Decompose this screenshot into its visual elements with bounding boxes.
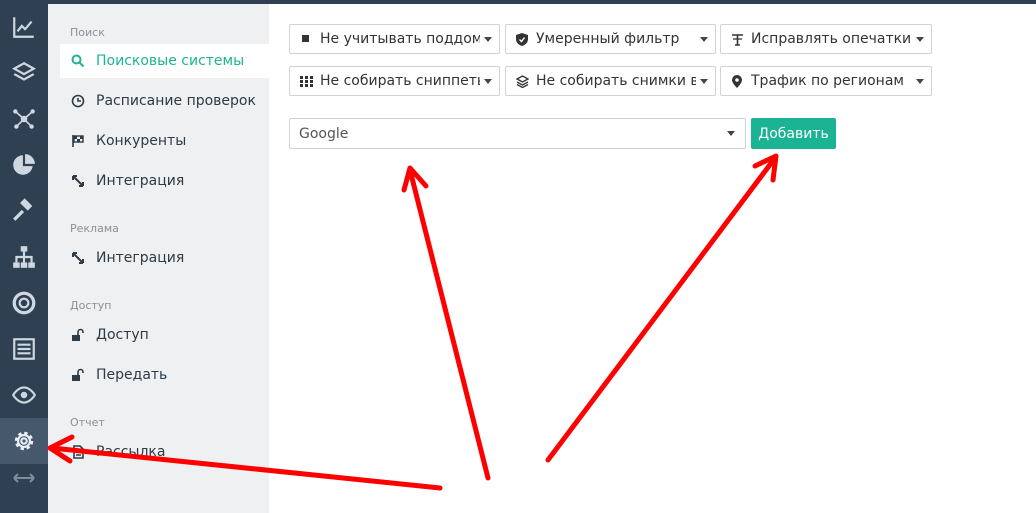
- arrows-horizontal-icon[interactable]: [0, 464, 48, 492]
- nav-item-search-engines[interactable]: Поисковые системы: [60, 44, 269, 78]
- chevron-down-icon: [916, 36, 924, 42]
- dropdown-label: Исправлять опечатки: [751, 31, 912, 47]
- screenshots-dropdown[interactable]: Не собирать снимки выдачи: [505, 66, 716, 96]
- integration-icon: [70, 250, 86, 266]
- nav-item-competitors[interactable]: Конкуренты: [60, 124, 269, 158]
- unlock-icon: [70, 327, 86, 343]
- nav-item-schedule[interactable]: Расписание проверок: [60, 84, 269, 118]
- nav-item-transfer[interactable]: Передать: [60, 358, 269, 392]
- chevron-down-icon: [484, 78, 492, 84]
- nav-item-mailing[interactable]: Рассылка: [60, 435, 269, 469]
- dropdown-label: Не учитывать поддомены: [320, 31, 480, 47]
- unlock-icon: [70, 367, 86, 383]
- eye-icon[interactable]: [0, 372, 48, 418]
- safe-filter-dropdown[interactable]: Умеренный фильтр: [505, 24, 716, 54]
- nav-item-label: Интеграция: [96, 173, 185, 189]
- nav-item-label: Интеграция: [96, 250, 185, 266]
- section-title-ads: Реклама: [70, 222, 119, 235]
- search-engine-select[interactable]: Google: [289, 118, 746, 149]
- nav-item-search-integration[interactable]: Интеграция: [60, 164, 269, 198]
- icon-rail: [0, 0, 48, 513]
- nav-item-access[interactable]: Доступ: [60, 318, 269, 352]
- flag-icon: [70, 133, 86, 149]
- section-title-report: Отчет: [70, 416, 105, 429]
- search-engine-value: Google: [299, 125, 349, 142]
- gear-icon[interactable]: [0, 418, 48, 464]
- pie-chart-icon[interactable]: [0, 142, 48, 188]
- add-button[interactable]: Добавить: [751, 118, 836, 149]
- nav-item-ads-integration[interactable]: Интеграция: [60, 241, 269, 275]
- regions-dropdown[interactable]: Трафик по регионам: [720, 66, 932, 96]
- lifebuoy-icon[interactable]: [0, 280, 48, 326]
- clock-icon: [70, 93, 86, 109]
- nav-item-label: Рассылка: [96, 444, 166, 460]
- nav-item-label: Конкуренты: [96, 133, 187, 149]
- layers-icon: [515, 74, 529, 88]
- integration-icon: [70, 173, 86, 189]
- nav-item-label: Передать: [96, 367, 168, 383]
- chevron-down-icon: [700, 36, 708, 42]
- document-icon: [70, 444, 86, 460]
- sitemap-icon[interactable]: [0, 234, 48, 280]
- nav-item-label: Поисковые системы: [96, 53, 245, 69]
- nav-item-label: Расписание проверок: [96, 93, 256, 109]
- layers-icon[interactable]: [0, 50, 48, 96]
- text-icon: [730, 32, 744, 46]
- grid-icon: [299, 74, 313, 88]
- section-title-search: Поиск: [70, 26, 105, 39]
- chevron-down-icon: [484, 36, 492, 42]
- network-icon[interactable]: [0, 96, 48, 142]
- map-marker-icon: [730, 74, 744, 88]
- dropdown-label: Не собирать снимки выдачи: [536, 73, 696, 89]
- chevron-down-icon: [727, 131, 735, 136]
- subdomains-dropdown[interactable]: Не учитывать поддомены: [289, 24, 500, 54]
- dropdown-label: Трафик по регионам: [751, 73, 904, 89]
- settings-subnav: Поиск Поисковые системы Расписание прове…: [48, 4, 269, 513]
- main-panel: Не учитывать поддомены Умеренный фильтр …: [269, 4, 1036, 513]
- report-icon[interactable]: [0, 326, 48, 372]
- gavel-icon[interactable]: [0, 188, 48, 234]
- square-icon: [299, 32, 313, 46]
- section-title-access: Доступ: [70, 299, 112, 312]
- shield-icon: [515, 32, 529, 46]
- chart-icon[interactable]: [0, 4, 48, 50]
- chevron-down-icon: [916, 78, 924, 84]
- typos-dropdown[interactable]: Исправлять опечатки: [720, 24, 932, 54]
- search-icon: [70, 53, 86, 69]
- nav-item-label: Доступ: [96, 327, 149, 343]
- snippets-dropdown[interactable]: Не собирать сниппеты: [289, 66, 500, 96]
- chevron-down-icon: [700, 78, 708, 84]
- dropdown-label: Не собирать сниппеты: [320, 73, 480, 89]
- dropdown-label: Умеренный фильтр: [536, 31, 680, 47]
